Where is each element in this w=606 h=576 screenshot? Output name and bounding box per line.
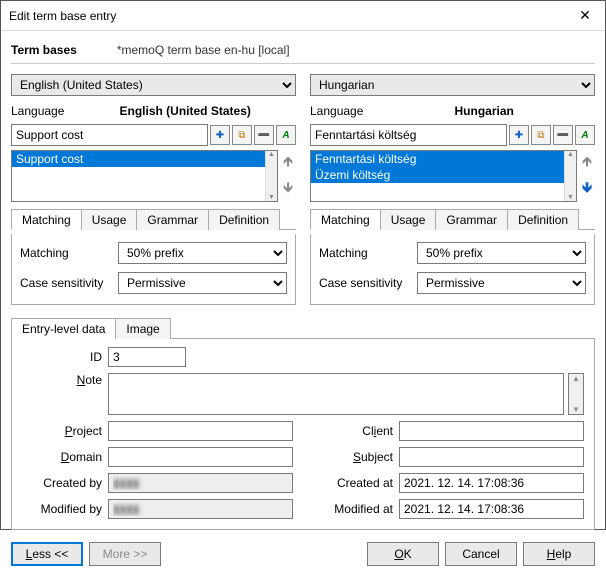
down-arrow-icon[interactable]: 🡻: [283, 177, 293, 201]
modifiedby-label: Modified by: [22, 502, 102, 516]
right-tabpanel: Matching 50% prefix Case sensitivity Per…: [310, 234, 595, 305]
left-column: English (United States) Language English…: [11, 74, 296, 305]
createdby-label: Created by: [22, 476, 102, 490]
right-matching-select[interactable]: 50% prefix: [417, 242, 586, 264]
right-delete-term-button[interactable]: ➖: [553, 125, 573, 145]
titlebar: Edit term base entry ✕: [1, 1, 605, 31]
right-tab-usage[interactable]: Usage: [380, 209, 437, 230]
right-term-list[interactable]: Fenntartási költség Üzemi költség: [310, 150, 577, 202]
left-reorder-arrows: 🡹 🡻: [280, 150, 296, 202]
left-tab-grammar[interactable]: Grammar: [136, 209, 209, 230]
subject-label: Subject: [313, 450, 393, 464]
right-column: Hungarian Language Hungarian ✚ ⧉ ➖ A: [310, 74, 595, 305]
right-case-label: Case sensitivity: [319, 276, 409, 290]
left-case-label: Case sensitivity: [20, 276, 110, 290]
project-label: Project: [22, 424, 102, 438]
left-delete-term-button[interactable]: ➖: [254, 125, 274, 145]
left-language-select[interactable]: English (United States): [11, 74, 296, 96]
modifiedat-label: Modified at: [313, 502, 393, 516]
more-button: More >>: [89, 542, 161, 566]
createdat-field[interactable]: [399, 473, 584, 493]
left-term-list[interactable]: Support cost: [11, 150, 278, 202]
left-tabpanel: Matching 50% prefix Case sensitivity Per…: [11, 234, 296, 305]
right-format-button[interactable]: A: [575, 125, 595, 145]
id-field[interactable]: [108, 347, 186, 367]
termbases-value: *memoQ term base en-hu [local]: [117, 43, 290, 57]
left-term-item[interactable]: Support cost: [12, 151, 265, 167]
up-arrow-icon[interactable]: 🡹: [283, 151, 293, 175]
left-format-button[interactable]: A: [276, 125, 296, 145]
right-term-list-scrollbar[interactable]: [564, 151, 576, 201]
right-copy-term-button[interactable]: ⧉: [531, 125, 551, 145]
right-term-item[interactable]: Fenntartási költség: [311, 151, 564, 167]
right-language-name: Hungarian: [373, 104, 595, 118]
left-language-name: English (United States): [74, 104, 296, 118]
createdby-field[interactable]: [108, 473, 293, 493]
ok-button[interactable]: OK: [367, 542, 439, 566]
window-title: Edit term base entry: [9, 9, 116, 23]
down-arrow-icon[interactable]: 🡻: [582, 177, 592, 201]
tab-entry-level-data[interactable]: Entry-level data: [11, 318, 116, 339]
right-add-term-button[interactable]: ✚: [509, 125, 529, 145]
languages-row: English (United States) Language English…: [11, 74, 595, 305]
domain-field[interactable]: [108, 447, 293, 467]
right-tab-matching[interactable]: Matching: [310, 209, 381, 230]
subject-field[interactable]: [399, 447, 584, 467]
tab-image[interactable]: Image: [115, 318, 170, 339]
project-field[interactable]: [108, 421, 293, 441]
left-tab-matching[interactable]: Matching: [11, 209, 82, 230]
note-scrollbar[interactable]: ▲▼: [568, 373, 584, 415]
client-label: Client: [313, 424, 393, 438]
termbases-label: Term bases: [11, 43, 77, 57]
note-field[interactable]: [108, 373, 564, 415]
left-tab-usage[interactable]: Usage: [81, 209, 138, 230]
less-button[interactable]: Less <<: [11, 542, 83, 566]
right-case-select[interactable]: Permissive: [417, 272, 586, 294]
footer: Less << More >> OK Cancel Help: [1, 536, 605, 576]
id-label: ID: [22, 350, 102, 364]
right-reorder-arrows: 🡹 🡻: [579, 150, 595, 202]
entry-section: Entry-level data Image ID Note ▲▼: [11, 317, 595, 530]
up-arrow-icon[interactable]: 🡹: [582, 151, 592, 175]
client-field[interactable]: [399, 421, 584, 441]
left-tab-definition[interactable]: Definition: [208, 209, 280, 230]
termbases-header: Term bases *memoQ term base en-hu [local…: [11, 39, 595, 64]
left-tabstrip: Matching Usage Grammar Definition: [11, 208, 296, 230]
modifiedat-field[interactable]: [399, 499, 584, 519]
left-case-select[interactable]: Permissive: [118, 272, 287, 294]
right-tabstrip: Matching Usage Grammar Definition: [310, 208, 595, 230]
left-matching-select[interactable]: 50% prefix: [118, 242, 287, 264]
help-button[interactable]: Help: [523, 542, 595, 566]
content: Term bases *memoQ term base en-hu [local…: [1, 31, 605, 536]
right-language-select[interactable]: Hungarian: [310, 74, 595, 96]
right-matching-label: Matching: [319, 246, 409, 260]
left-term-list-scrollbar[interactable]: [265, 151, 277, 201]
right-tab-grammar[interactable]: Grammar: [435, 209, 508, 230]
left-matching-label: Matching: [20, 246, 110, 260]
createdat-label: Created at: [313, 476, 393, 490]
note-label: Note: [22, 373, 102, 387]
right-term-input[interactable]: [310, 124, 507, 146]
modifiedby-field[interactable]: [108, 499, 293, 519]
close-button[interactable]: ✕: [565, 1, 605, 31]
left-copy-term-button[interactable]: ⧉: [232, 125, 252, 145]
edit-term-base-entry-window: Edit term base entry ✕ Term bases *memoQ…: [0, 0, 606, 530]
right-language-label: Language: [310, 104, 363, 118]
cancel-button[interactable]: Cancel: [445, 542, 517, 566]
entry-panel: ID Note ▲▼ Project Client: [11, 339, 595, 530]
domain-label: Domain: [22, 450, 102, 464]
right-term-item[interactable]: Üzemi költség: [311, 167, 564, 183]
entry-tabstrip: Entry-level data Image: [11, 317, 595, 339]
left-add-term-button[interactable]: ✚: [210, 125, 230, 145]
right-tab-definition[interactable]: Definition: [507, 209, 579, 230]
left-term-input[interactable]: [11, 124, 208, 146]
left-language-label: Language: [11, 104, 64, 118]
